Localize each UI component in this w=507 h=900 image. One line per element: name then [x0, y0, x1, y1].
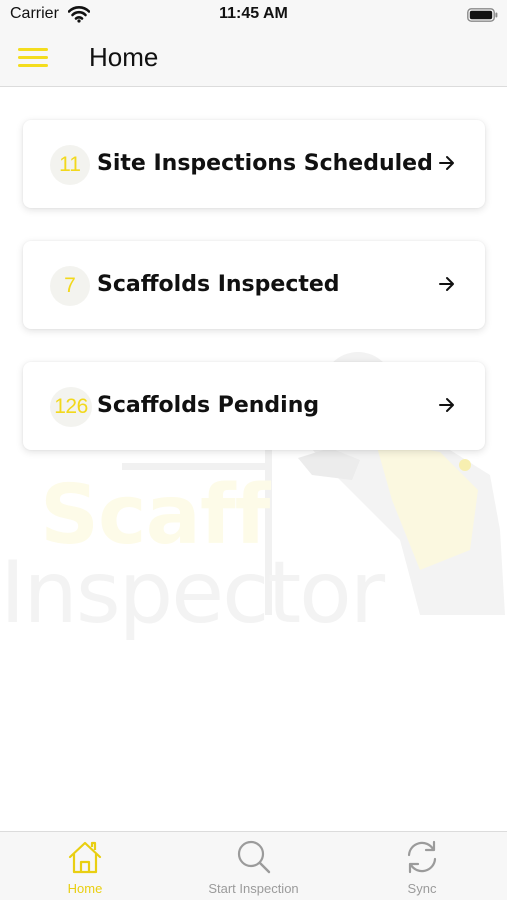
home-icon	[68, 841, 102, 874]
arrow-right-icon	[439, 156, 454, 170]
clock: 11:45 AM	[219, 5, 288, 22]
status-bar: Carrier 11:45 AM	[0, 0, 507, 30]
card-label: Site Inspections Scheduled	[97, 151, 433, 176]
tab-label: Sync	[407, 881, 437, 896]
count-badge: 7	[50, 266, 90, 306]
card-label: Scaffolds Pending	[97, 393, 320, 418]
card-scaffolds-inspected[interactable]: 7 Scaffolds Inspected	[23, 241, 485, 329]
sync-icon	[407, 840, 437, 874]
tab-label: Start Inspection	[208, 881, 299, 896]
card-scaffolds-pending[interactable]: 126 Scaffolds Pending	[23, 362, 485, 450]
home-screen: Carrier 11:45 AM Home Scaff Inspector 11…	[0, 0, 507, 900]
card-site-inspections-scheduled[interactable]: 11 Site Inspections Scheduled	[23, 120, 485, 208]
bottom-tab-bar: Home Start Inspection Sync	[0, 831, 507, 900]
page-title: Home	[89, 42, 159, 72]
search-icon	[237, 840, 270, 874]
card-label: Scaffolds Inspected	[97, 272, 340, 297]
watermark-text-line2: Inspector	[0, 543, 385, 643]
hamburger-menu-icon[interactable]	[16, 46, 52, 70]
arrow-right-icon	[439, 398, 454, 412]
count-badge: 11	[50, 145, 90, 185]
tab-start-inspection[interactable]: Start Inspection	[170, 832, 337, 900]
battery-icon	[467, 8, 498, 22]
app-header: Home	[0, 30, 507, 87]
tab-sync[interactable]: Sync	[337, 832, 507, 900]
tab-label: Home	[67, 881, 103, 896]
tab-home[interactable]: Home	[0, 832, 170, 900]
arrow-right-icon	[439, 277, 454, 291]
count-badge: 126	[50, 387, 92, 427]
